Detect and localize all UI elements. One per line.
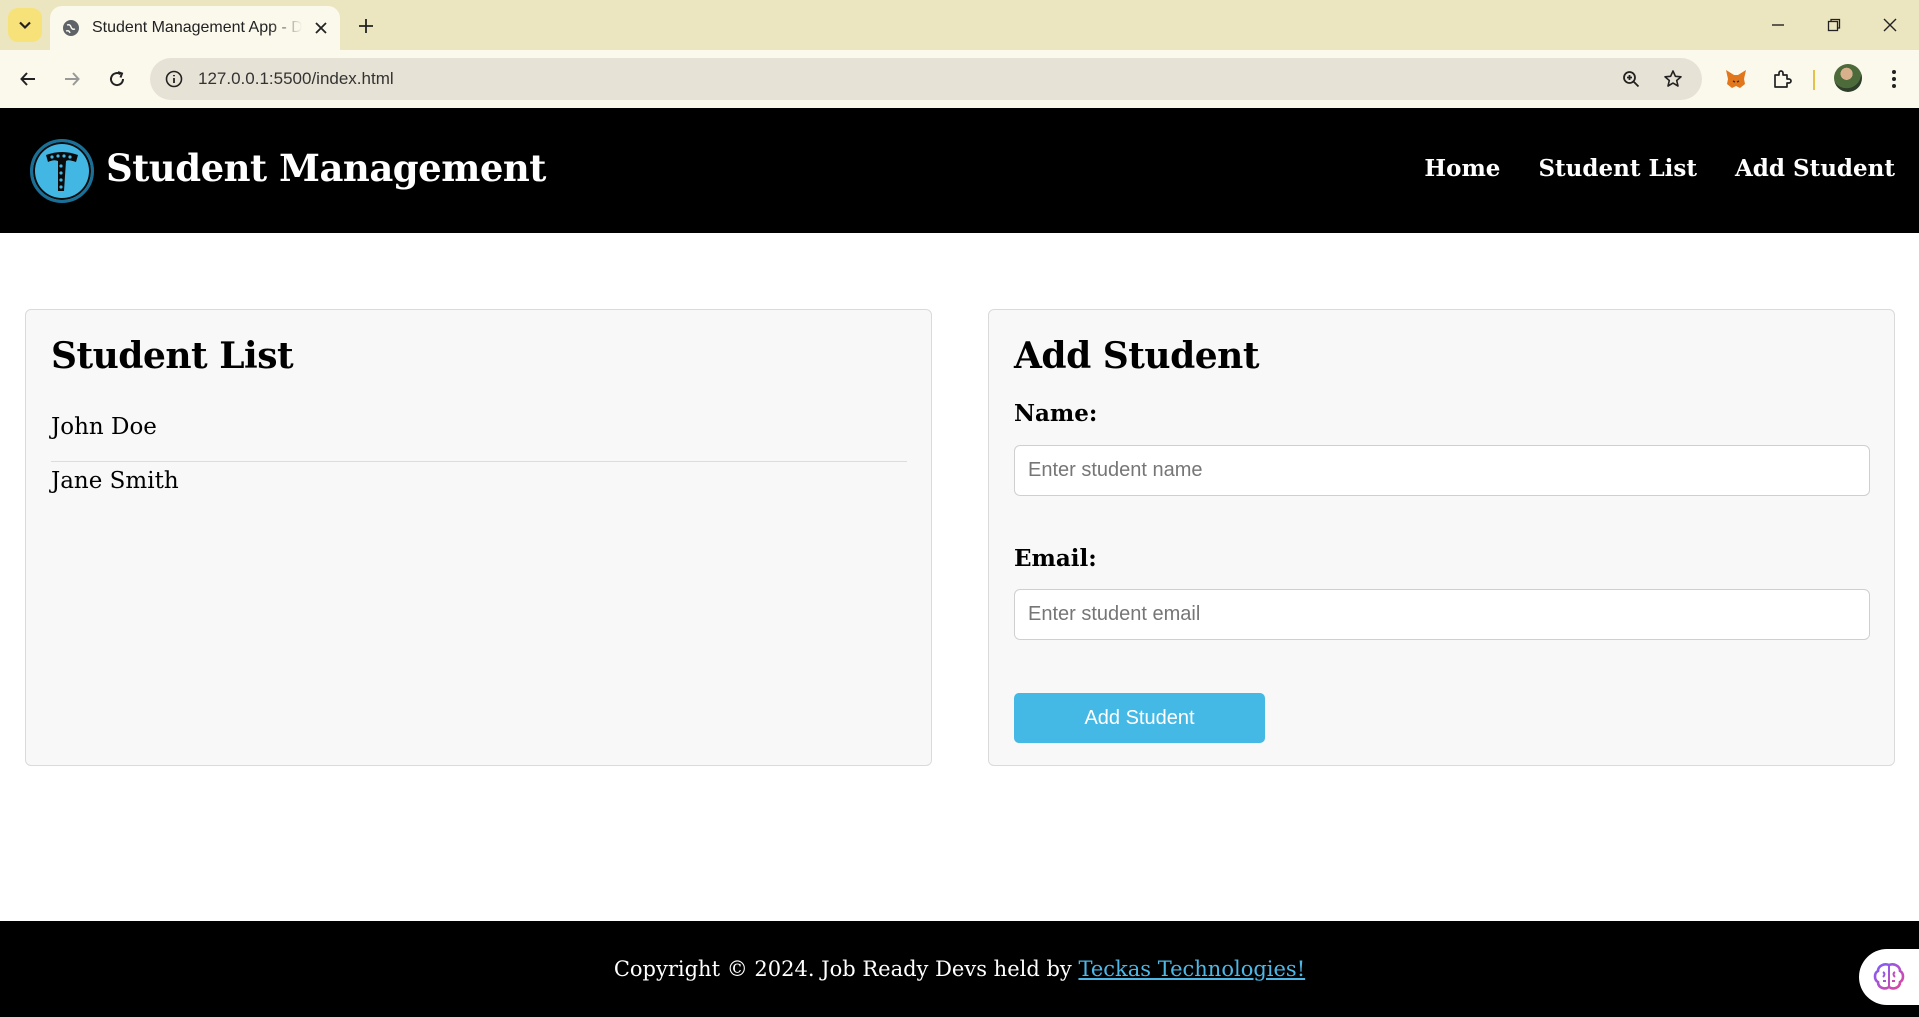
brand-logo-icon[interactable]: [30, 139, 94, 203]
add-student-heading: Add Student: [1014, 335, 1260, 377]
restore-icon: [1827, 18, 1841, 32]
name-label: Name:: [1014, 400, 1098, 427]
close-window-button[interactable]: [1862, 0, 1918, 50]
brain-icon: [1873, 963, 1905, 990]
forward-button[interactable]: [54, 61, 90, 97]
plus-icon: [359, 19, 373, 33]
restore-button[interactable]: [1806, 0, 1862, 50]
email-label: Email:: [1014, 545, 1097, 572]
student-list-card: Student List John Doe Jane Smith: [25, 309, 932, 766]
close-tab-icon[interactable]: [314, 21, 328, 35]
bookmark-star-icon[interactable]: [1658, 64, 1688, 94]
list-item: John Doe: [51, 408, 907, 462]
address-bar[interactable]: 127.0.0.1:5500/index.html: [150, 58, 1702, 100]
add-student-button[interactable]: Add Student: [1014, 693, 1265, 743]
arrow-right-icon: [65, 72, 80, 86]
student-list: John Doe Jane Smith: [51, 408, 907, 516]
extensions-puzzle-icon[interactable]: [1766, 63, 1798, 95]
footer-copyright: Copyright © 2024. Job Ready Devs held by…: [614, 957, 1305, 981]
site-title: Student Management: [106, 146, 546, 190]
web-page: Student Management Home Student List Add…: [0, 108, 1919, 1017]
add-student-card: Add Student Name: Email: Add Student: [988, 309, 1895, 766]
browser-tab-strip: Student Management App - Dashboard: [0, 0, 1919, 50]
reload-button[interactable]: [99, 61, 135, 97]
new-tab-button[interactable]: [352, 12, 380, 40]
url-text[interactable]: 127.0.0.1:5500/index.html: [198, 69, 394, 89]
back-button[interactable]: [10, 61, 46, 97]
site-footer: Copyright © 2024. Job Ready Devs held by…: [0, 921, 1919, 1017]
chevron-down-icon: [19, 21, 31, 30]
globe-icon: [63, 20, 79, 36]
tab-title: Student Management App - Dashboard: [92, 19, 302, 36]
nav-link-add-student[interactable]: Add Student: [1735, 155, 1895, 182]
student-list-heading: Student List: [51, 335, 294, 377]
profile-avatar[interactable]: [1834, 64, 1862, 92]
toolbar-divider: [1813, 70, 1815, 90]
browser-tab[interactable]: Student Management App - Dashboard: [50, 6, 340, 50]
nav-link-student-list[interactable]: Student List: [1538, 155, 1697, 182]
minimize-button[interactable]: [1750, 0, 1806, 50]
nav-link-home[interactable]: Home: [1424, 155, 1500, 182]
minimize-icon: [1772, 24, 1784, 26]
site-header: Student Management Home Student List Add…: [0, 108, 1919, 233]
metamask-extension-icon[interactable]: [1720, 63, 1752, 95]
copyright-text: Copyright © 2024. Job Ready Devs held by: [613, 957, 1079, 981]
list-item: Jane Smith: [51, 468, 179, 494]
reload-icon: [110, 71, 125, 87]
browser-menu-icon[interactable]: [1878, 63, 1910, 95]
browser-toolbar: 127.0.0.1:5500/index.html: [0, 50, 1919, 108]
name-input[interactable]: [1014, 445, 1870, 496]
zoom-icon[interactable]: [1616, 64, 1646, 94]
footer-link[interactable]: Teckas Technologies!: [1078, 957, 1305, 981]
tab-search-button[interactable]: [8, 8, 42, 42]
email-input[interactable]: [1014, 589, 1870, 640]
ai-assistant-button[interactable]: [1859, 949, 1919, 1005]
close-icon: [1883, 18, 1897, 32]
main-nav: Home Student List Add Student: [1424, 155, 1895, 182]
arrow-left-icon: [20, 72, 35, 86]
site-info-icon[interactable]: [160, 65, 188, 93]
